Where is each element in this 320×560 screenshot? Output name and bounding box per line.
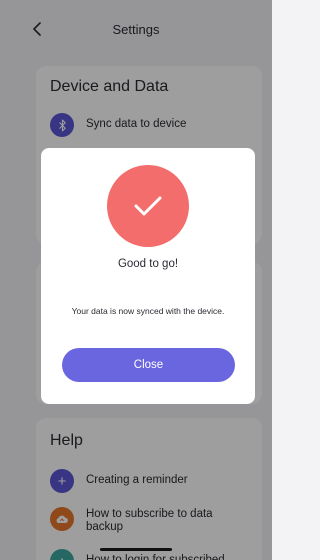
success-circle [107, 165, 189, 247]
success-modal: Good to go! Your data is now synced with… [41, 148, 255, 404]
modal-title: Good to go! [117, 258, 179, 270]
checkmark-icon [134, 196, 162, 216]
modal-message: Your data is now synced with the device. [71, 306, 225, 316]
close-button[interactable]: Close [62, 348, 235, 382]
